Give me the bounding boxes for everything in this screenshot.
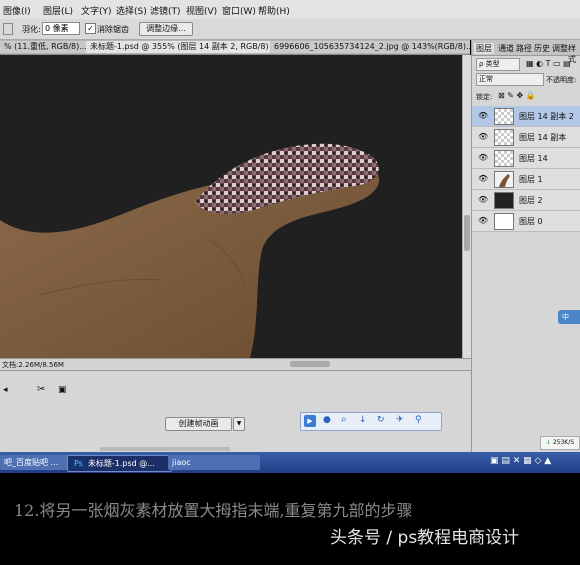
layer-row[interactable]: 👁 图层 1 xyxy=(472,169,580,190)
selection-mode-icon[interactable] xyxy=(3,23,13,35)
thumb-image xyxy=(0,143,380,358)
animation-panel: ◂ ✂ ▣ 创建帧动画 ▼ ▶ ● ⌕ ↓ ↻ ✈ ⚲ xyxy=(0,370,471,453)
eye-icon[interactable]: 👁 xyxy=(478,132,488,141)
refine-edge-button[interactable]: 调整边缘... xyxy=(139,22,193,36)
menu-type[interactable]: 文字(Y) xyxy=(81,4,112,17)
side-widget[interactable]: 中 xyxy=(558,310,580,324)
canvas[interactable] xyxy=(0,55,462,358)
step-caption: 12.将另一张烟灰素材放置大拇指末端,重复第九部的步骤 xyxy=(14,501,413,520)
opacity-label: 不透明度: xyxy=(546,76,577,84)
layer-row[interactable]: 👁 图层 14 xyxy=(472,148,580,169)
plane-icon[interactable]: ✈ xyxy=(396,415,404,425)
photoshop-icon: Ps xyxy=(72,459,85,468)
panel-tab-bar: 图层 通道 路径 历史 调整 样式 xyxy=(472,40,580,64)
menu-layer[interactable]: 图层(L) xyxy=(43,4,73,17)
pin-icon[interactable]: ⚲ xyxy=(415,415,422,425)
menu-filter[interactable]: 滤镜(T) xyxy=(150,4,181,17)
feather-label: 羽化: xyxy=(22,25,41,34)
tab-paths[interactable]: 路径 xyxy=(514,43,534,54)
horizontal-scroll-thumb[interactable] xyxy=(290,361,330,367)
tray-icons[interactable]: ▣ ▤ ✕ ▦ ◇ ▲ xyxy=(490,456,551,466)
user-icon[interactable]: ● xyxy=(323,415,331,425)
eye-icon[interactable]: 👁 xyxy=(478,216,488,225)
animation-dropdown[interactable]: ▼ xyxy=(233,417,245,431)
layer-name: 图层 0 xyxy=(519,217,543,226)
menu-help[interactable]: 帮助(H) xyxy=(258,4,290,17)
tab-document-active[interactable]: 未标题-1.psd @ 355% (图层 14 副本 2, RGB/8) * xyxy=(86,41,273,53)
filter-icons[interactable]: ▦ ◐ T ▭ ▤ xyxy=(526,59,571,68)
tab-layers[interactable]: 图层 xyxy=(474,43,494,54)
layer-name: 图层 14 副本 2 xyxy=(519,112,574,121)
scissors-icon[interactable]: ✂ xyxy=(37,384,45,395)
layer-thumbnail xyxy=(494,129,514,146)
lock-label: 锁定: xyxy=(476,93,493,101)
lock-icons[interactable]: ⊠ ✎ ✥ 🔒 xyxy=(498,91,536,100)
doc-size-label: 文档:2.26M/8.56M xyxy=(2,361,64,369)
layer-name: 图层 14 副本 xyxy=(519,133,567,142)
eye-icon[interactable]: 👁 xyxy=(478,111,488,120)
layer-row[interactable]: 👁 图层 14 副本 2 xyxy=(472,106,580,127)
tab-document-1[interactable]: % (11.重低, RGB/8)... xyxy=(0,41,89,53)
rewind-icon[interactable]: ◂ xyxy=(3,385,8,395)
antialias-checkbox[interactable]: ✓ xyxy=(85,23,96,34)
antialias-label: 消除锯齿 xyxy=(97,25,129,34)
tab-document-3[interactable]: 6996606_105635734124_2.jpg @ 143%(RGB/8)… xyxy=(270,41,470,53)
speed-arrow-icon: ↓ xyxy=(545,439,551,446)
taskbar: 吧_百度贴吧 ... Ps 未标题-1.psd @... jiaoc ▣ ▤ ✕ … xyxy=(0,452,580,473)
scroll-thumb[interactable] xyxy=(464,215,470,251)
play-icon[interactable]: ▶ xyxy=(304,415,316,427)
feather-input[interactable] xyxy=(42,22,80,35)
layer-kind-filter[interactable]: ρ 类型 xyxy=(476,58,520,71)
watermark: 头条号 / ps教程电商设计 xyxy=(330,528,520,548)
taskbar-item-photoshop-label: 未标题-1.psd @... xyxy=(87,459,155,468)
blend-mode-select[interactable]: 正常 xyxy=(476,73,544,86)
document-tab-bar: % (11.重低, RGB/8)... 未标题-1.psd @ 355% (图层… xyxy=(0,40,470,55)
taskbar-item-browser[interactable]: 吧_百度贴吧 ... xyxy=(0,455,70,470)
layer-row[interactable]: 👁 图层 2 xyxy=(472,190,580,211)
options-bar: 羽化: ✓ 消除锯齿 调整边缘... xyxy=(0,19,580,40)
layer-name: 图层 2 xyxy=(519,196,543,205)
menu-window[interactable]: 窗口(W) xyxy=(222,4,256,17)
frame-icon[interactable]: ▣ xyxy=(58,385,67,395)
layer-thumbnail xyxy=(494,213,514,230)
speed-label: 253K/S xyxy=(552,439,575,446)
layers-panel: 图层 通道 路径 历史 调整 样式 ρ 类型 ▦ ◐ T ▭ ▤ 正常 不透明度… xyxy=(471,40,580,452)
refresh-icon[interactable]: ↻ xyxy=(377,415,385,425)
layer-row[interactable]: 👁 图层 0 xyxy=(472,211,580,232)
layer-thumbnail xyxy=(494,108,514,125)
create-frame-animation-button[interactable]: 创建帧动画 xyxy=(165,417,232,431)
floating-toolbar: ▶ ● ⌕ ↓ ↻ ✈ ⚲ xyxy=(300,412,442,431)
layer-row[interactable]: 👁 图层 14 副本 xyxy=(472,127,580,148)
layer-thumbnail xyxy=(494,171,514,188)
layer-thumbnail xyxy=(494,150,514,167)
tab-channels[interactable]: 通道 xyxy=(496,43,516,54)
taskbar-item-folder[interactable]: jiaoc xyxy=(168,455,260,470)
eye-icon[interactable]: 👁 xyxy=(478,153,488,162)
eye-icon[interactable]: 👁 xyxy=(478,174,488,183)
tab-history[interactable]: 历史 xyxy=(532,43,552,54)
search-icon[interactable]: ⌕ xyxy=(341,414,347,425)
network-speed-widget: ↓ 253K/S xyxy=(540,436,580,450)
status-bar: 文档:2.26M/8.56M xyxy=(0,358,471,370)
eye-icon[interactable]: 👁 xyxy=(478,195,488,204)
layer-name: 图层 14 xyxy=(519,154,548,163)
taskbar-item-photoshop[interactable]: Ps 未标题-1.psd @... xyxy=(67,455,172,472)
layer-thumbnail xyxy=(494,192,514,209)
arrow-down-icon[interactable]: ↓ xyxy=(359,415,367,425)
layer-name: 图层 1 xyxy=(519,175,543,184)
menu-select[interactable]: 选择(S) xyxy=(116,4,147,17)
timeline-scrollbar[interactable] xyxy=(100,447,230,451)
menu-image[interactable]: 图像(I) xyxy=(3,4,31,17)
menu-view[interactable]: 视图(V) xyxy=(186,4,217,17)
caption-area: 12.将另一张烟灰素材放置大拇指末端,重复第九部的步骤 头条号 / ps教程电商… xyxy=(0,473,580,565)
menu-bar: 图像(I) 图层(L) 文字(Y) 选择(S) 滤镜(T) 视图(V) 窗口(W… xyxy=(0,0,580,20)
